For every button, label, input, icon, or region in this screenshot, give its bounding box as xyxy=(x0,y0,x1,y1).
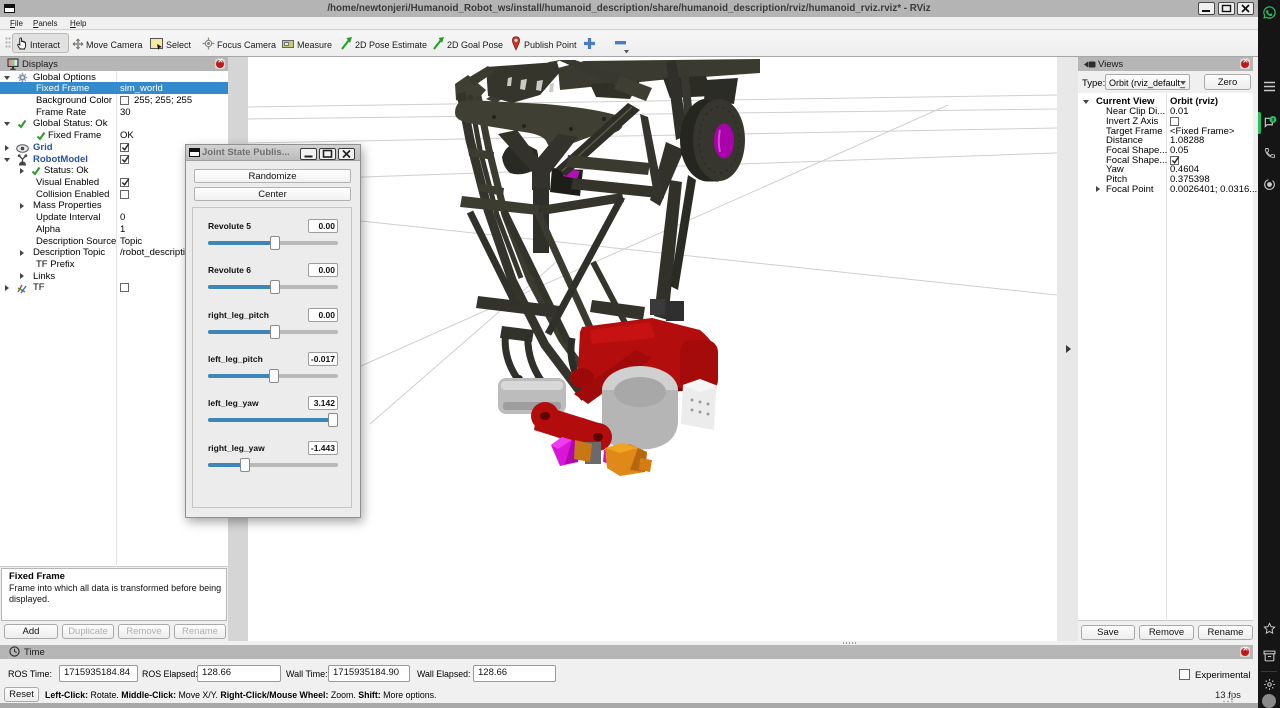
svg-text:9: 9 xyxy=(1272,117,1275,122)
